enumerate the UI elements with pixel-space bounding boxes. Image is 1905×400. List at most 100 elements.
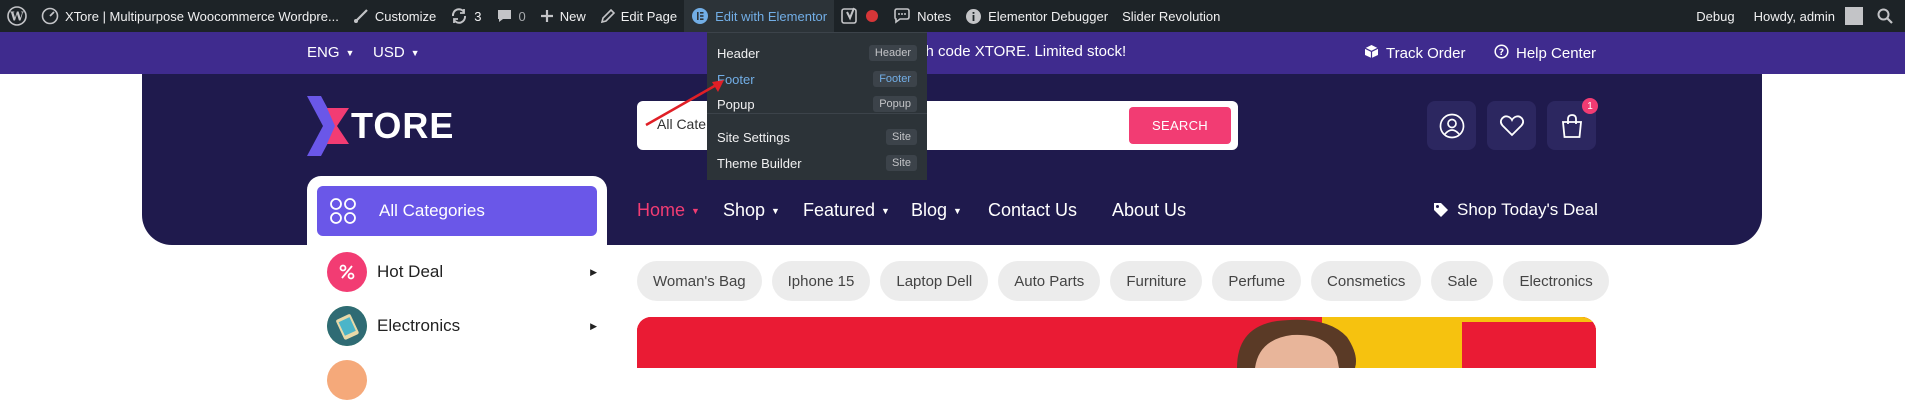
track-order-link[interactable]: Track Order — [1364, 44, 1465, 63]
box-icon — [1364, 44, 1379, 63]
electronics-icon — [327, 306, 367, 346]
deal-label: Shop Today's Deal — [1457, 200, 1598, 219]
nav-item-about[interactable]: About Us — [1112, 200, 1186, 221]
currency-selector[interactable]: USD ▼ — [373, 44, 420, 61]
all-categories-button[interactable]: All Categories — [317, 186, 597, 236]
menu-divider — [707, 113, 927, 114]
account-button[interactable] — [1427, 101, 1476, 150]
nav-label: Shop — [723, 200, 766, 220]
tag-chip[interactable]: Perfume — [1212, 261, 1302, 301]
hero-image — [637, 317, 1596, 368]
annotation-arrow-icon — [645, 80, 724, 127]
edit-page-label: Edit Page — [620, 8, 678, 24]
howdy-label: Howdy, admin — [1753, 8, 1835, 24]
tag-chip[interactable]: Electronics — [1503, 261, 1609, 301]
brush-icon — [353, 8, 369, 24]
percent-icon — [327, 252, 367, 292]
search-icon — [1877, 8, 1893, 24]
category-item-hot-deal[interactable]: Hot Deal ▶ — [327, 252, 597, 292]
language-label: ENG — [307, 44, 340, 61]
nav-label: Home — [637, 200, 686, 220]
category-thumb-icon — [327, 360, 367, 400]
tag-chip[interactable]: Auto Parts — [998, 261, 1101, 301]
search-button[interactable]: SEARCH — [1129, 107, 1231, 144]
hero-banner[interactable] — [637, 317, 1596, 368]
category-item-electronics[interactable]: Electronics ▶ — [327, 306, 597, 346]
avatar — [1845, 7, 1863, 25]
edit-with-elementor-link[interactable]: Edit with Elementor — [684, 0, 835, 32]
chevron-down-icon: ▼ — [691, 205, 700, 216]
site-name-link[interactable]: XTore | Multipurpose Woocommerce Wordpre… — [34, 0, 346, 32]
chevron-down-icon: ▼ — [881, 205, 890, 216]
logo-x-icon — [307, 96, 349, 156]
category-panel: All Categories Hot Deal ▶ Electronics ▶ — [307, 176, 607, 400]
edit-elementor-label: Edit with Elementor — [715, 8, 828, 24]
help-center-label: Help Center — [1516, 45, 1597, 62]
cart-button[interactable]: 1 — [1547, 98, 1598, 150]
user-icon — [1439, 113, 1464, 138]
nav-item-featured[interactable]: Featured ▼ — [803, 200, 890, 221]
debugger-label: Elementor Debugger — [988, 8, 1109, 24]
menu-item-theme-builder[interactable]: Theme Builder Site — [717, 155, 917, 171]
pencil-icon — [600, 8, 615, 24]
yoast-seo-button[interactable] — [834, 0, 886, 32]
tag-chip[interactable]: Iphone 15 — [771, 261, 871, 301]
tag-chip[interactable]: Woman's Bag — [637, 261, 762, 301]
notes-link[interactable]: Notes — [886, 0, 958, 32]
grid-icon — [330, 198, 356, 224]
promo-text: ch code XTORE. Limited stock! — [918, 43, 1127, 60]
customize-link[interactable]: Customize — [346, 0, 443, 32]
nav-item-blog[interactable]: Blog ▼ — [911, 200, 962, 221]
menu-item-site-settings[interactable]: Site Settings Site — [717, 129, 917, 145]
menu-item-badge: Site — [886, 155, 917, 171]
language-selector[interactable]: ENG ▼ — [307, 44, 354, 61]
category-item-partial[interactable] — [327, 360, 597, 400]
menu-item-header[interactable]: Header Header — [717, 45, 917, 61]
debug-link[interactable]: Debug — [1689, 0, 1746, 32]
wp-admin-bar: W XTore | Multipurpose Woocommerce Wordp… — [0, 0, 1905, 32]
elementor-debugger-link[interactable]: Elementor Debugger — [958, 0, 1115, 32]
nav-label: Blog — [911, 200, 948, 220]
elementor-icon — [691, 7, 709, 25]
admin-search-button[interactable] — [1870, 0, 1905, 32]
todays-deal-link[interactable]: Shop Today's Deal — [1433, 200, 1598, 220]
wp-logo-button[interactable]: W — [0, 0, 34, 32]
menu-item-popup[interactable]: Popup Popup — [717, 96, 917, 112]
slider-revolution-link[interactable]: Slider Revolution — [1115, 0, 1227, 32]
nav-item-contact[interactable]: Contact Us — [988, 200, 1077, 221]
comments-count: 0 — [518, 8, 526, 24]
nav-label: Featured — [803, 200, 876, 220]
menu-item-badge: Popup — [873, 96, 917, 112]
cart-count-badge: 1 — [1582, 98, 1598, 114]
my-account-link[interactable]: Howdy, admin — [1747, 0, 1870, 32]
help-center-link[interactable]: ? Help Center — [1494, 44, 1596, 63]
chevron-down-icon: ▼ — [953, 205, 962, 216]
edit-page-link[interactable]: Edit Page — [593, 0, 684, 32]
menu-item-label: Site Settings — [717, 129, 790, 145]
menu-item-footer[interactable]: Footer Footer — [717, 71, 917, 87]
comments-link[interactable]: 0 — [489, 0, 533, 32]
nav-label: About Us — [1112, 200, 1187, 220]
tag-chip[interactable]: Consmetics — [1311, 261, 1422, 301]
menu-item-label: Header — [717, 45, 760, 61]
track-order-label: Track Order — [1386, 45, 1466, 62]
nav-item-home[interactable]: Home ▼ — [637, 200, 700, 221]
new-content-link[interactable]: New — [533, 0, 593, 32]
updates-link[interactable]: 3 — [443, 0, 488, 32]
slider-label: Slider Revolution — [1122, 8, 1221, 24]
tag-chip[interactable]: Furniture — [1110, 261, 1203, 301]
help-icon: ? — [1494, 44, 1509, 63]
tag-chip[interactable]: Laptop Dell — [880, 261, 989, 301]
nav-item-shop[interactable]: Shop ▼ — [723, 200, 780, 221]
wishlist-button[interactable] — [1487, 101, 1536, 150]
tag-icon — [1434, 203, 1448, 217]
tag-chip[interactable]: Sale — [1431, 261, 1494, 301]
site-logo[interactable]: TORE — [307, 96, 454, 156]
logo-text: TORE — [351, 105, 455, 146]
admin-bar-right: Debug Howdy, admin — [1689, 0, 1905, 32]
new-label: New — [559, 8, 586, 24]
notes-label: Notes — [917, 8, 952, 24]
customize-label: Customize — [374, 8, 437, 24]
elementor-dropdown-menu: Header Header Footer Footer Popup Popup … — [707, 32, 927, 180]
site-name-label: XTore | Multipurpose Woocommerce Wordpre… — [65, 8, 339, 24]
